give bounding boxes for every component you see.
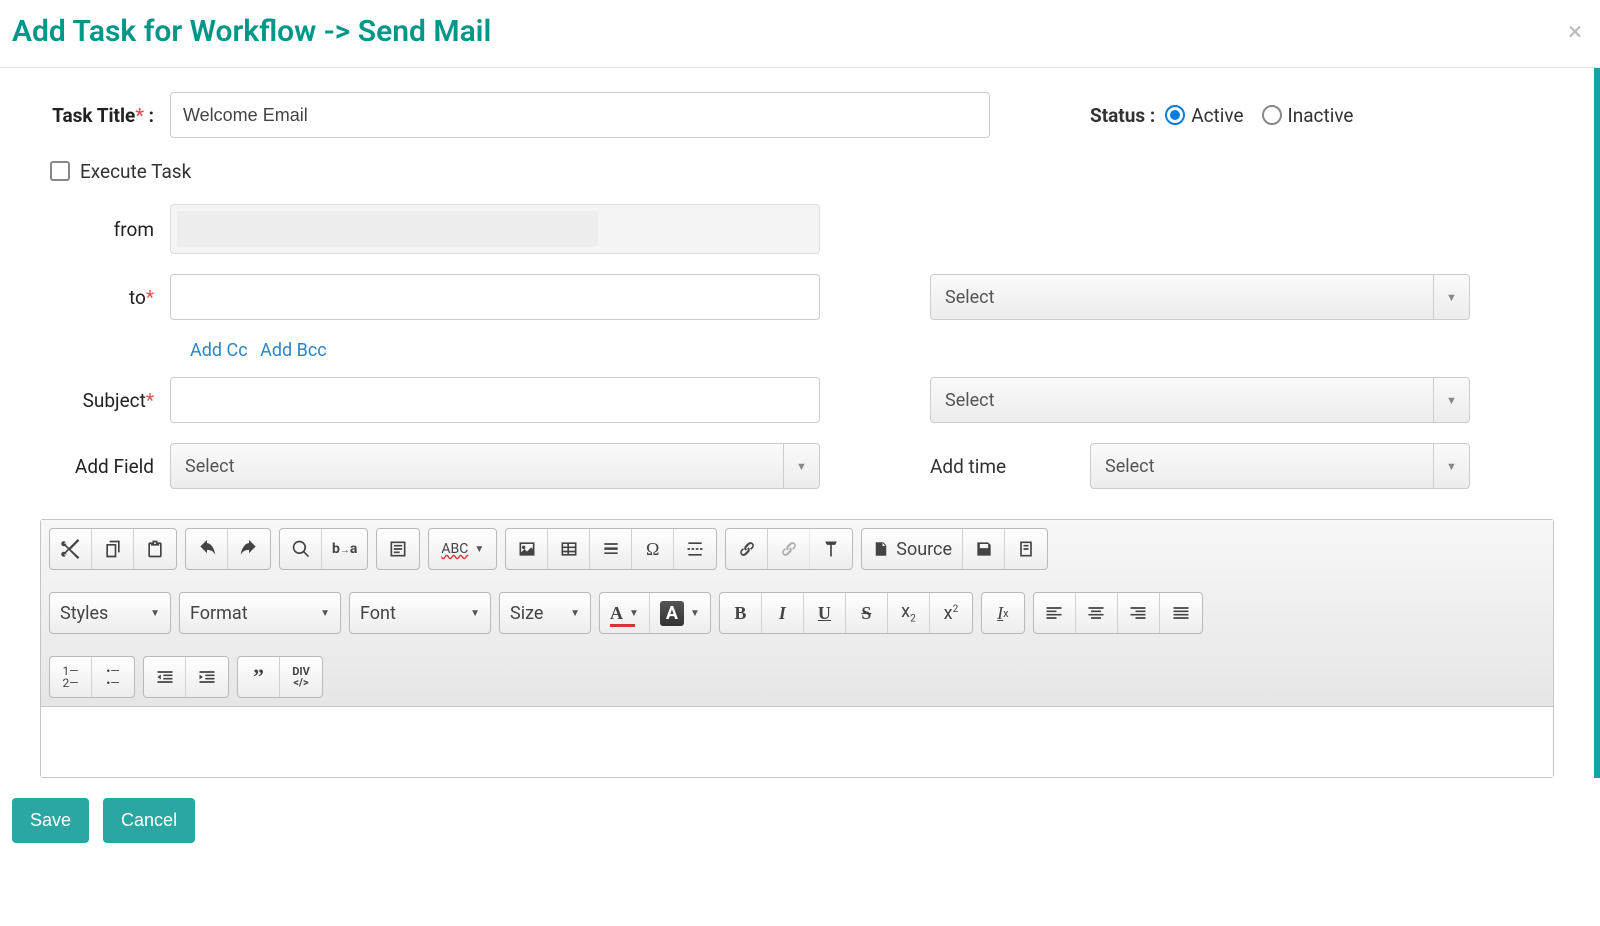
to-select-dropdown[interactable]: Select ▼	[930, 274, 1470, 320]
chevron-down-icon: ▼	[1433, 444, 1469, 488]
from-value-placeholder	[177, 211, 598, 247]
bullet-list-icon[interactable]: •—•—	[92, 657, 134, 697]
subject-select-dropdown[interactable]: Select ▼	[930, 377, 1470, 423]
bold-button[interactable]: B	[720, 593, 762, 633]
select-all-icon[interactable]	[377, 529, 419, 569]
blockquote-icon[interactable]: ”	[238, 657, 280, 697]
add-field-dropdown[interactable]: Select ▼	[170, 443, 820, 489]
add-bcc-link[interactable]: Add Bcc	[260, 340, 327, 361]
task-title-label: Task Title* :	[40, 104, 170, 127]
status-inactive-radio[interactable]	[1262, 105, 1282, 125]
font-dropdown[interactable]: Font▼	[350, 593, 490, 633]
outdent-icon[interactable]	[144, 657, 186, 697]
from-label: from	[40, 218, 170, 241]
save-button[interactable]: Save	[12, 798, 89, 843]
subscript-button[interactable]: x2	[888, 593, 930, 633]
anchor-icon[interactable]	[810, 529, 852, 569]
table-icon[interactable]	[548, 529, 590, 569]
copy-icon[interactable]	[92, 529, 134, 569]
strike-button[interactable]: S	[846, 593, 888, 633]
size-dropdown[interactable]: Size▼	[500, 593, 590, 633]
undo-icon[interactable]	[186, 529, 228, 569]
align-right-icon[interactable]	[1118, 593, 1160, 633]
align-center-icon[interactable]	[1076, 593, 1118, 633]
styles-dropdown[interactable]: Styles▼	[50, 593, 170, 633]
execute-task-label: Execute Task	[80, 160, 191, 183]
add-time-dropdown[interactable]: Select ▼	[1090, 443, 1470, 489]
spellcheck-button[interactable]: ABC▼	[429, 529, 496, 569]
source-button[interactable]: Source	[862, 529, 963, 569]
task-title-input[interactable]	[170, 92, 990, 138]
from-field[interactable]	[170, 204, 820, 254]
page-break-icon[interactable]	[674, 529, 716, 569]
special-char-icon[interactable]: Ω	[632, 529, 674, 569]
chevron-down-icon: ▼	[783, 444, 819, 488]
status-label: Status :	[1090, 104, 1155, 127]
cut-icon[interactable]	[50, 529, 92, 569]
execute-task-checkbox[interactable]	[50, 161, 70, 181]
link-icon[interactable]	[726, 529, 768, 569]
chevron-down-icon: ▼	[1433, 378, 1469, 422]
format-dropdown[interactable]: Format▼	[180, 593, 340, 633]
add-field-label: Add Field	[40, 455, 170, 478]
numbered-list-icon[interactable]: 1—2—	[50, 657, 92, 697]
unlink-icon[interactable]	[768, 529, 810, 569]
superscript-button[interactable]: x2	[930, 593, 972, 633]
remove-format-button[interactable]: Ix	[982, 593, 1024, 633]
horizontal-rule-icon[interactable]	[590, 529, 632, 569]
redo-icon[interactable]	[228, 529, 270, 569]
align-justify-icon[interactable]	[1160, 593, 1202, 633]
replace-icon[interactable]: b→a	[322, 529, 367, 569]
italic-button[interactable]: I	[762, 593, 804, 633]
text-color-button[interactable]: A▼	[600, 593, 650, 633]
find-icon[interactable]	[280, 529, 322, 569]
cancel-button[interactable]: Cancel	[103, 798, 195, 843]
subject-input[interactable]	[170, 377, 820, 423]
status-inactive-label: Inactive	[1288, 104, 1354, 127]
chevron-down-icon: ▼	[1433, 275, 1469, 319]
bg-color-button[interactable]: A▼	[650, 593, 710, 633]
add-cc-link[interactable]: Add Cc	[190, 340, 248, 361]
to-label: to*	[40, 286, 170, 309]
add-time-label: Add time	[930, 455, 1090, 478]
align-left-icon[interactable]	[1034, 593, 1076, 633]
status-active-label: Active	[1191, 104, 1243, 127]
preview-icon[interactable]	[1005, 529, 1047, 569]
rich-text-editor: b→a ABC▼	[40, 519, 1554, 778]
indent-icon[interactable]	[186, 657, 228, 697]
editor-content-area[interactable]	[41, 707, 1553, 777]
status-active-radio[interactable]	[1165, 105, 1185, 125]
modal-title: Add Task for Workflow -> Send Mail	[12, 14, 491, 49]
image-icon[interactable]	[506, 529, 548, 569]
save-icon[interactable]	[963, 529, 1005, 569]
underline-button[interactable]: U	[804, 593, 846, 633]
paste-icon[interactable]	[134, 529, 176, 569]
div-container-icon[interactable]: DIV</>	[280, 657, 322, 697]
subject-label: Subject*	[40, 389, 170, 412]
close-icon[interactable]: ×	[1568, 17, 1588, 47]
to-input[interactable]	[170, 274, 820, 320]
